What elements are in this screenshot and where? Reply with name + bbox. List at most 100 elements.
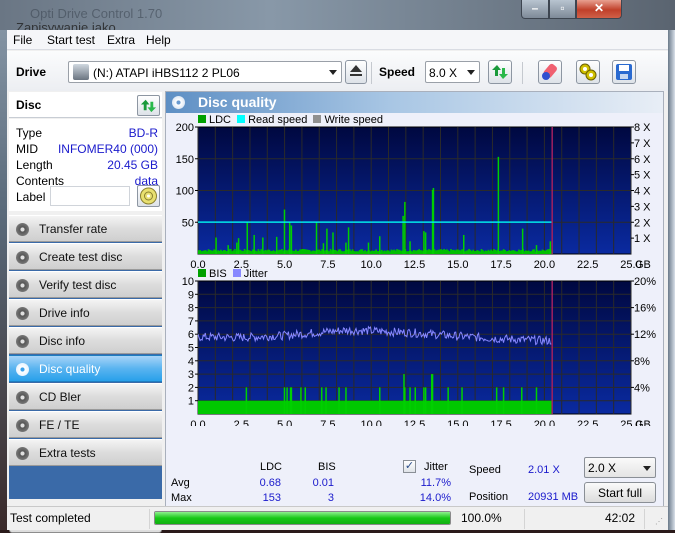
drive-info-icon xyxy=(16,307,29,320)
x-axis-unit: GB xyxy=(635,419,651,426)
test-speed-value: 2.0 X xyxy=(588,461,617,475)
menu-file[interactable]: File xyxy=(13,33,32,47)
bis-peak-bar xyxy=(423,387,425,414)
disc-label-button[interactable] xyxy=(137,185,160,207)
y-tick-label-left: 2 xyxy=(188,382,194,394)
menu-start-test[interactable]: Start test xyxy=(47,33,95,47)
speed-select[interactable]: 8.0 X xyxy=(425,61,480,83)
nav-label: Verify test disc xyxy=(39,278,117,292)
y-tick-label-left: 6 xyxy=(188,329,194,341)
settings-button[interactable] xyxy=(576,60,600,84)
ldc-peak-bar xyxy=(432,187,435,254)
ldc-peak-bar xyxy=(378,236,381,254)
disc-label-input[interactable] xyxy=(50,186,130,206)
close-button[interactable]: ✕ xyxy=(576,0,622,19)
bis-peak-bar xyxy=(409,387,411,414)
x-tick-label: 5.0 xyxy=(277,259,292,271)
position-value: 20931 MB xyxy=(528,491,579,503)
progress-percent: 100.0% xyxy=(461,511,502,525)
y-tick-label-left: 150 xyxy=(176,154,194,166)
stats-avg-label: Avg xyxy=(171,477,190,489)
y-tick-label-right: 4 X xyxy=(634,186,651,198)
ldc-peak-bar xyxy=(332,232,334,254)
refresh-speed-button[interactable] xyxy=(488,60,512,84)
nav-disc-quality[interactable]: Disc quality xyxy=(9,355,162,382)
ldc-peak-bar xyxy=(237,238,240,254)
nav-extra-tests[interactable]: Extra tests xyxy=(9,439,162,466)
y-tick-label-left: 1 xyxy=(188,396,194,408)
speed-info-label: Speed xyxy=(469,464,501,476)
verify-disc-icon xyxy=(16,279,29,292)
minimize-button[interactable]: – xyxy=(521,0,549,19)
x-tick-label: 12.5 xyxy=(404,259,425,271)
ldc-peak-bar xyxy=(345,242,347,254)
title-bar[interactable]: Opti Drive Control 1.70 Zapisywanie jako… xyxy=(0,0,675,35)
y-tick-label-right: 1 X xyxy=(634,233,651,245)
resize-grip-icon[interactable]: ⋰ xyxy=(655,517,663,526)
test-speed-select[interactable]: 2.0 X xyxy=(584,457,656,478)
nav-cd-bler[interactable]: CD Bler xyxy=(9,383,162,410)
panel-header: Disc quality xyxy=(166,92,663,113)
ldc-peak-bar xyxy=(246,222,248,254)
disc-type-value: BD-R xyxy=(128,126,158,140)
disc-length-value: 20.45 GB xyxy=(107,158,158,172)
y-tick-label-right: 3 X xyxy=(634,201,651,213)
disc-quality-panel: Disc quality LDC Read speed Write speed … xyxy=(165,91,664,530)
y-tick-label-right: 12% xyxy=(634,329,656,341)
ldc-peak-bar xyxy=(322,243,325,254)
transfer-rate-icon xyxy=(16,223,29,236)
nav-verify-test-disc[interactable]: Verify test disc xyxy=(9,271,162,298)
ldc-peak-bar xyxy=(409,241,411,254)
status-separator xyxy=(149,509,150,529)
disc-info-icon xyxy=(16,335,29,348)
drive-label: Drive xyxy=(16,65,47,79)
ldc-peak-bar xyxy=(253,234,255,254)
x-axis-unit: GB xyxy=(635,259,651,271)
save-button[interactable] xyxy=(612,60,636,84)
nav-label: Disc info xyxy=(39,334,86,348)
disc-refresh-button[interactable] xyxy=(137,95,160,116)
stats-header-bis: BIS xyxy=(318,461,336,473)
x-tick-label: 10.0 xyxy=(360,259,381,271)
ldc-peak-bar xyxy=(288,222,291,254)
fe-te-icon xyxy=(16,419,29,432)
disc-mid-label: MID xyxy=(16,142,38,156)
x-tick-label: 15.0 xyxy=(447,419,468,426)
nav-transfer-rate[interactable]: Transfer rate xyxy=(9,215,162,242)
nav-create-test-disc[interactable]: Create test disc xyxy=(9,243,162,270)
drive-select[interactable]: (N:) ATAPI iHBS112 2 PL06 xyxy=(68,61,342,83)
stats-max-label: Max xyxy=(171,492,192,504)
start-full-button[interactable]: Start full xyxy=(584,482,656,503)
nav-fe-te[interactable]: FE / TE xyxy=(9,411,162,438)
ldc-peak-bar xyxy=(236,242,238,254)
nav-disc-info[interactable]: Disc info xyxy=(9,327,162,354)
app-window: Opti Drive Control 1.70 Zapisywanie jako… xyxy=(0,0,675,533)
jitter-checkbox[interactable]: ✓ xyxy=(403,460,416,473)
y-tick-label-left: 3 xyxy=(188,369,194,381)
y-tick-label-right: 4% xyxy=(634,382,650,394)
bis-peak-bar xyxy=(320,387,323,414)
stats-avg-bis: 0.01 xyxy=(312,477,334,489)
gears-icon xyxy=(579,63,597,81)
toolbar: Drive (N:) ATAPI iHBS112 2 PL06 Speed 8.… xyxy=(7,51,668,91)
erase-button[interactable] xyxy=(538,60,562,84)
y-tick-label-left: 50 xyxy=(182,217,194,229)
stats-header-jitter: Jitter xyxy=(424,461,448,473)
ldc-peak-bar xyxy=(347,227,350,254)
disc-header: Disc xyxy=(9,92,162,118)
bis-peak-bar xyxy=(502,387,505,414)
client-area: File Start test Extra Help Drive (N:) AT… xyxy=(7,30,668,533)
menu-extra[interactable]: Extra xyxy=(107,33,135,47)
status-bar: Test completed 100.0% 42:02 ⋰ xyxy=(7,506,668,530)
stats-max-bis: 3 xyxy=(327,492,334,504)
ldc-peak-bar xyxy=(549,241,552,254)
chevron-down-icon xyxy=(643,466,651,471)
ldc-peak-bar xyxy=(424,232,427,254)
bis-peak-bar xyxy=(300,387,302,414)
maximize-button[interactable]: ▫ xyxy=(549,0,576,19)
disc-info-panel: Type BD-R MID INFOMER40 (000) Length 20.… xyxy=(9,119,162,211)
nav-drive-info[interactable]: Drive info xyxy=(9,299,162,326)
menu-help[interactable]: Help xyxy=(146,33,171,47)
ldc-peak-bar xyxy=(462,234,465,254)
eject-button[interactable] xyxy=(345,60,367,84)
